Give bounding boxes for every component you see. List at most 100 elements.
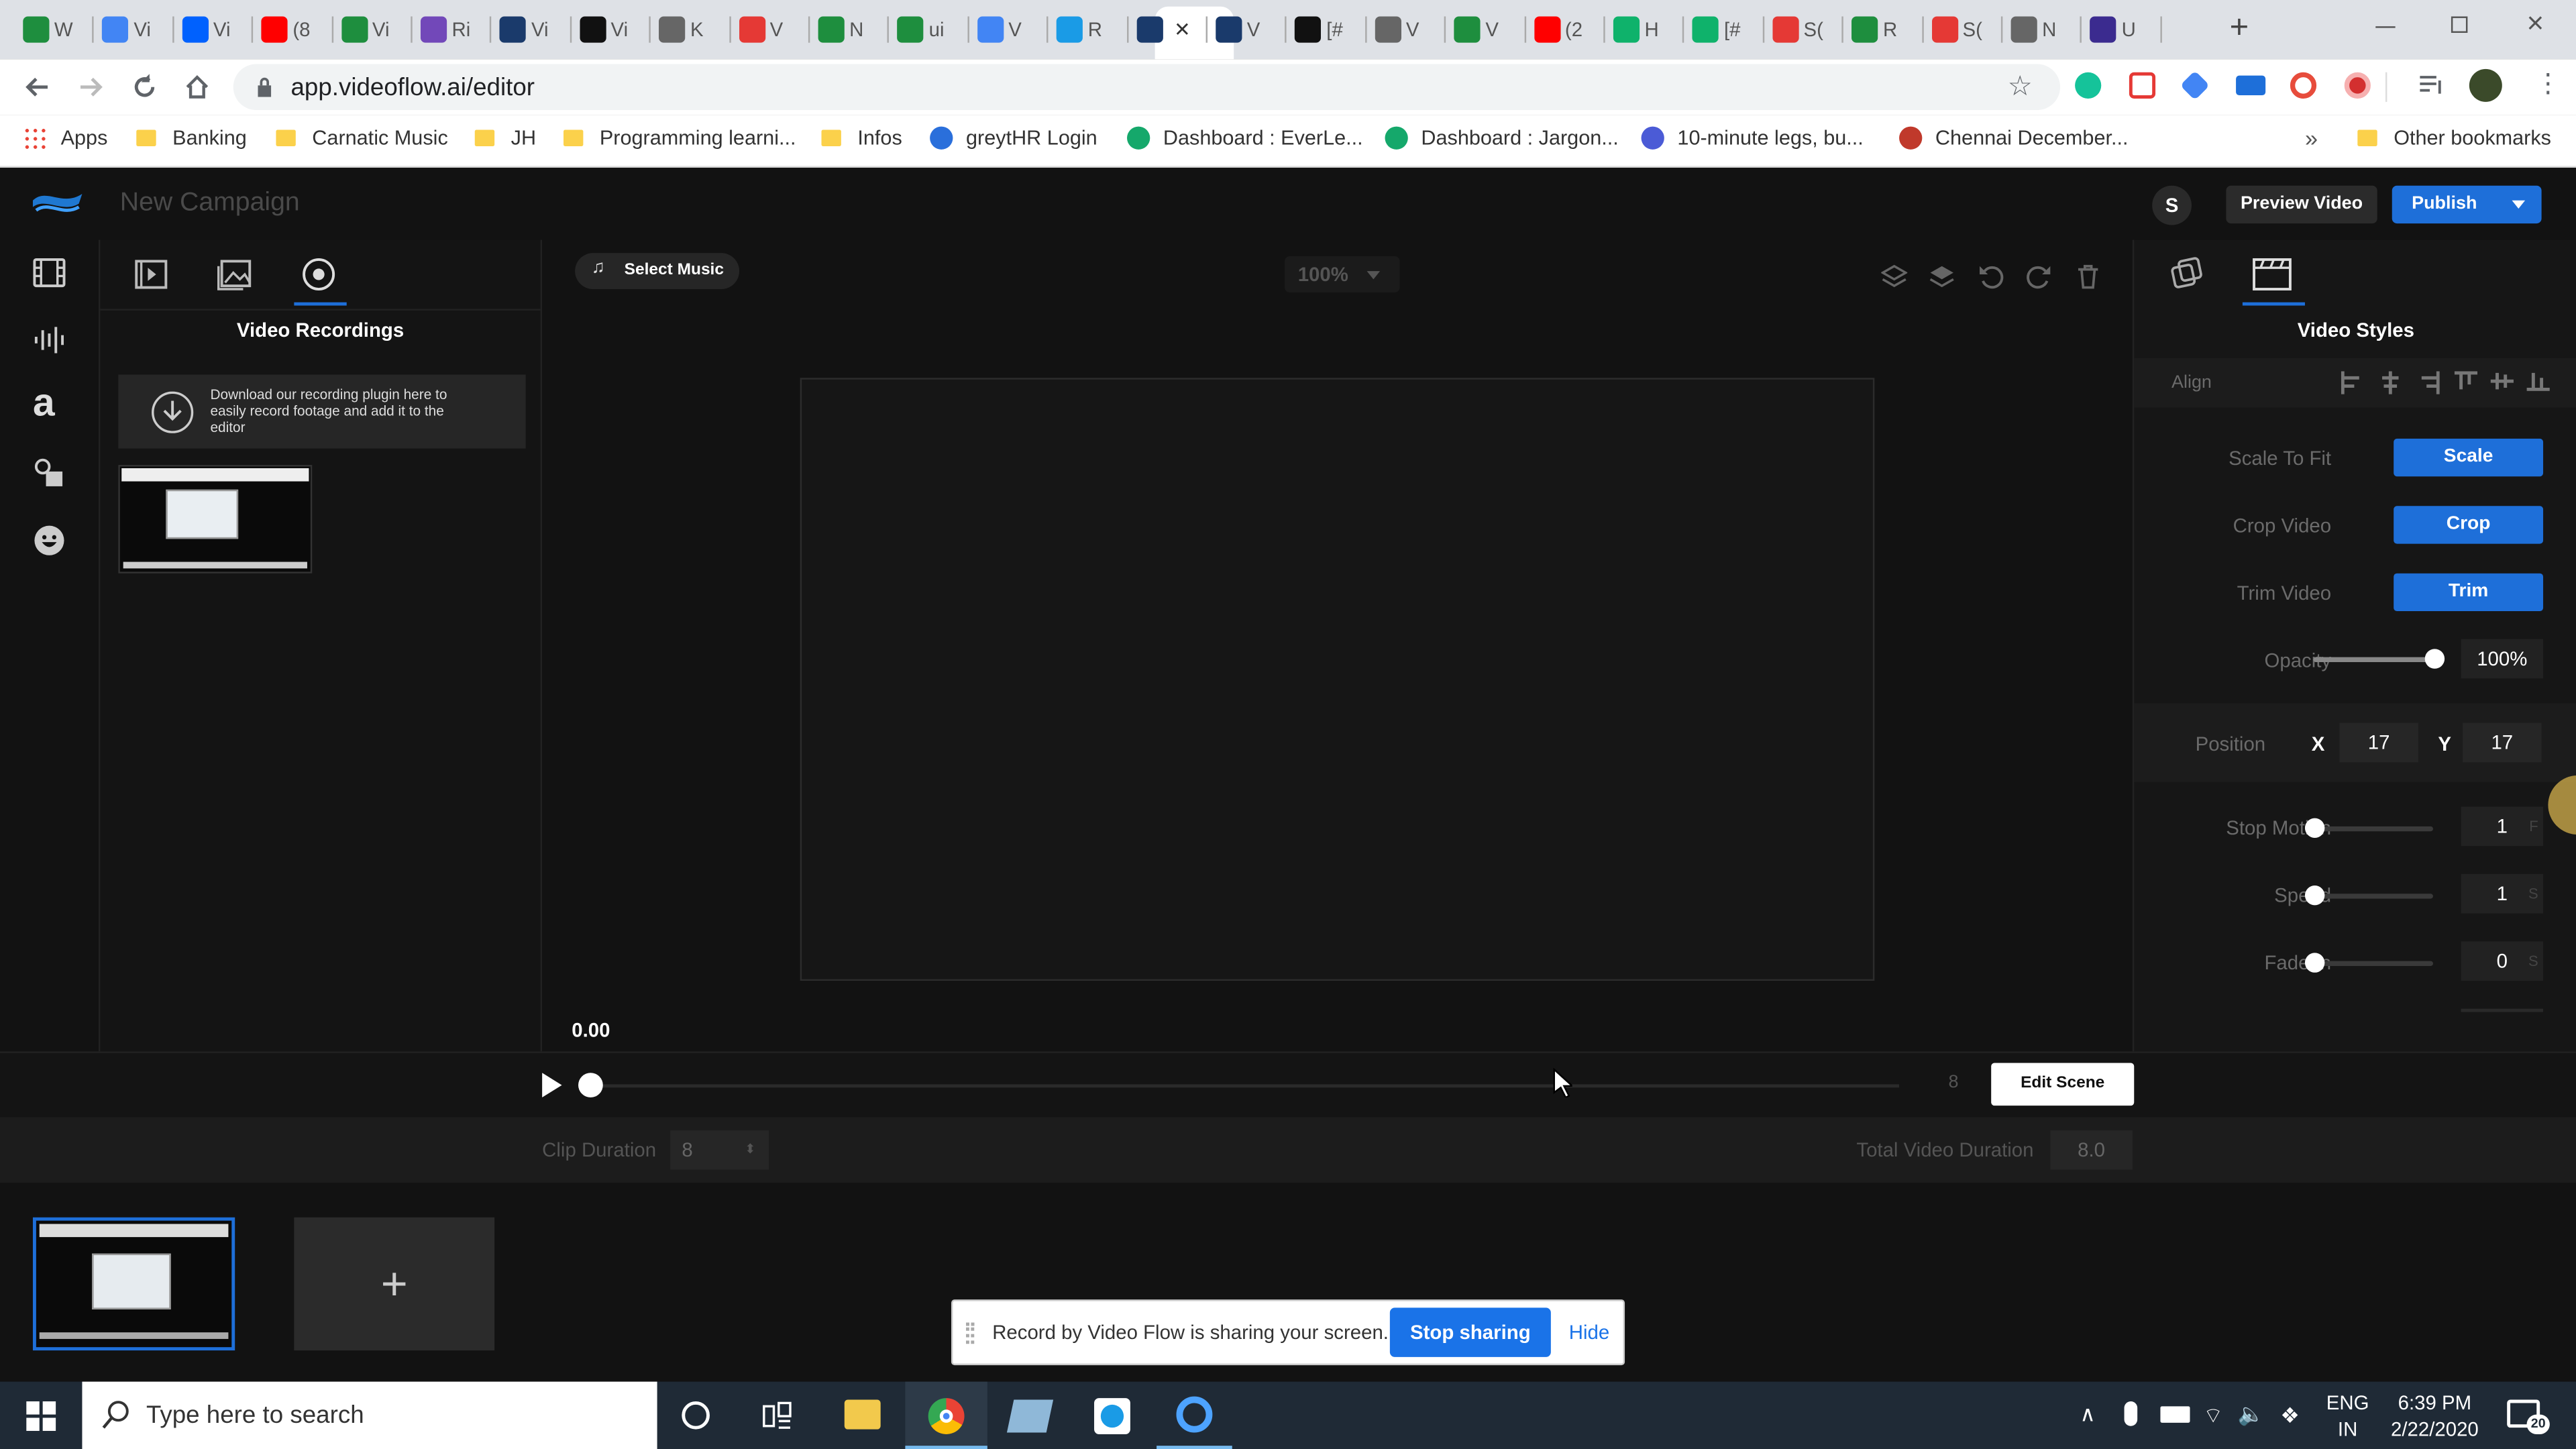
fade-in-slider[interactable]	[2304, 953, 2433, 973]
back-icon[interactable]	[23, 72, 52, 102]
taskbar-search[interactable]: Type here to search	[82, 1381, 657, 1449]
speed-slider[interactable]	[2304, 885, 2433, 906]
bookmark-item[interactable]: Apps	[23, 126, 107, 150]
close-tab-icon[interactable]: ✕	[1174, 18, 1191, 41]
media-control-icon[interactable]	[2418, 74, 2445, 97]
tab-recordings[interactable]	[301, 256, 337, 292]
select-music-button[interactable]: ♫ Select Music	[575, 253, 740, 290]
battery-icon[interactable]	[2160, 1406, 2190, 1423]
chevron-up-icon[interactable]: ∧	[2080, 1401, 2095, 1428]
notification-icon[interactable]: 20	[2507, 1399, 2550, 1434]
stepper-icon[interactable]: ⬍	[745, 1130, 755, 1170]
align-center-icon[interactable]	[2381, 371, 2400, 394]
browser-tab[interactable]: [#	[1693, 7, 1740, 53]
forward-icon[interactable]	[76, 72, 105, 102]
bookmark-item[interactable]: Programming learni...	[564, 127, 796, 150]
align-top-icon[interactable]	[2454, 371, 2478, 390]
x-input[interactable]: 17	[2339, 722, 2418, 763]
star-icon[interactable]: ☆	[2008, 70, 2033, 103]
browser-tab[interactable]: (2	[1534, 7, 1582, 53]
scene-thumbnail[interactable]	[32, 1217, 235, 1351]
browser-tab[interactable]: V	[1375, 7, 1419, 53]
cortana-icon[interactable]	[682, 1401, 710, 1430]
stop-motion-knob[interactable]	[2304, 818, 2325, 838]
align-right-icon[interactable]	[2420, 371, 2440, 394]
task-view-icon[interactable]	[762, 1401, 792, 1431]
user-avatar[interactable]: S	[2152, 185, 2192, 225]
browser-tab[interactable]: S(	[1772, 7, 1823, 53]
sticker-icon[interactable]	[33, 524, 66, 557]
browser-tab[interactable]: W	[23, 7, 73, 53]
new-tab-button[interactable]: +	[2221, 10, 2257, 46]
browser-tab[interactable]: N	[2010, 7, 2056, 53]
play-icon[interactable]	[541, 1073, 564, 1097]
opacity-slider[interactable]	[2313, 649, 2445, 669]
speed-knob[interactable]	[2304, 885, 2325, 906]
redo-icon[interactable]	[2026, 263, 2052, 289]
bookmark-item[interactable]: Chennai December...	[1899, 126, 2129, 150]
home-icon[interactable]	[182, 72, 212, 102]
volume-icon[interactable]: 🔈	[2238, 1401, 2265, 1428]
clip-duration-input[interactable]: 8 ⬍	[670, 1130, 769, 1170]
ublock-icon[interactable]	[2290, 72, 2317, 99]
bookmarks-overflow[interactable]: »	[2305, 125, 2318, 151]
preview-video-button[interactable]: Preview Video	[2226, 185, 2377, 224]
browser-tab[interactable]: V	[1454, 7, 1499, 53]
browser-tab[interactable]: (8	[261, 7, 311, 53]
timeline-track[interactable]	[578, 1084, 1900, 1088]
fade-in-value[interactable]: 0S	[2461, 941, 2544, 981]
tab-video-clips[interactable]	[135, 258, 168, 290]
drag-handle-icon[interactable]	[966, 1322, 975, 1344]
undo-icon[interactable]	[1978, 263, 2004, 289]
edit-scene-button[interactable]: Edit Scene	[1991, 1063, 2135, 1106]
browser-tab[interactable]: ✕	[1136, 7, 1191, 53]
browser-tab[interactable]: R	[1851, 7, 1897, 53]
timeline-playhead[interactable]	[578, 1073, 603, 1097]
publish-button[interactable]: Publish	[2392, 185, 2542, 224]
align-left-icon[interactable]	[2341, 371, 2361, 394]
layer-up-icon[interactable]	[1929, 263, 1955, 289]
shapes-icon[interactable]	[33, 457, 66, 490]
audio-bars-icon[interactable]	[33, 323, 66, 356]
fade-in-knob[interactable]	[2304, 953, 2325, 973]
align-middle-icon[interactable]	[2490, 371, 2514, 390]
maximize-button[interactable]	[2451, 16, 2468, 33]
bookmark-item[interactable]: Carnatic Music	[276, 127, 448, 150]
language-indicator[interactable]: ENG IN	[2326, 1390, 2369, 1442]
video-styles-icon[interactable]	[2253, 256, 2292, 292]
browser-tab[interactable]: H	[1613, 7, 1659, 53]
browser-tab[interactable]: R	[1057, 7, 1102, 53]
stop-motion-value[interactable]: 1F	[2461, 806, 2544, 847]
browser-tab[interactable]: U	[2090, 7, 2136, 53]
video-stage[interactable]	[800, 378, 1875, 981]
record-icon[interactable]	[2344, 72, 2371, 99]
stop-sharing-button[interactable]: Stop sharing	[1389, 1307, 1551, 1357]
crop-button[interactable]: Crop	[2394, 506, 2544, 544]
app-launcher-icon[interactable]	[1094, 1398, 1130, 1434]
close-window-button[interactable]: ×	[2527, 7, 2544, 41]
grammarly-icon[interactable]	[2075, 72, 2102, 99]
videoflow-taskbar-button[interactable]	[1157, 1382, 1232, 1449]
windows-start-icon[interactable]	[26, 1401, 56, 1432]
browser-tab[interactable]: [#	[1295, 7, 1343, 53]
other-bookmarks[interactable]: Other bookmarks	[2357, 127, 2551, 150]
trash-icon[interactable]	[2075, 263, 2101, 289]
add-scene-button[interactable]: +	[294, 1217, 495, 1351]
reload-icon[interactable]	[129, 72, 159, 102]
zoom-select[interactable]: 100%	[1285, 256, 1400, 292]
campaign-title[interactable]: New Campaign	[120, 189, 300, 219]
recording-thumbnail[interactable]	[118, 465, 313, 574]
stop-motion-slider[interactable]	[2304, 818, 2433, 838]
microphone-icon[interactable]	[2124, 1401, 2138, 1426]
layer-down-icon[interactable]	[1881, 263, 1908, 289]
browser-tab[interactable]: Ri	[420, 7, 470, 53]
browser-tab[interactable]: N	[818, 7, 863, 53]
notes-app-icon[interactable]	[1006, 1399, 1054, 1433]
dropbox-icon[interactable]: ❖	[2280, 1403, 2300, 1429]
file-explorer-icon[interactable]	[844, 1399, 881, 1430]
browser-tab[interactable]: S(	[1931, 7, 1982, 53]
scale-button[interactable]: Scale	[2394, 438, 2544, 477]
wifi-icon[interactable]: ⌔	[2203, 1403, 2223, 1429]
browser-tab[interactable]: Vi	[182, 7, 230, 53]
bookmark-item[interactable]: 10-minute legs, bu...	[1641, 126, 1864, 150]
